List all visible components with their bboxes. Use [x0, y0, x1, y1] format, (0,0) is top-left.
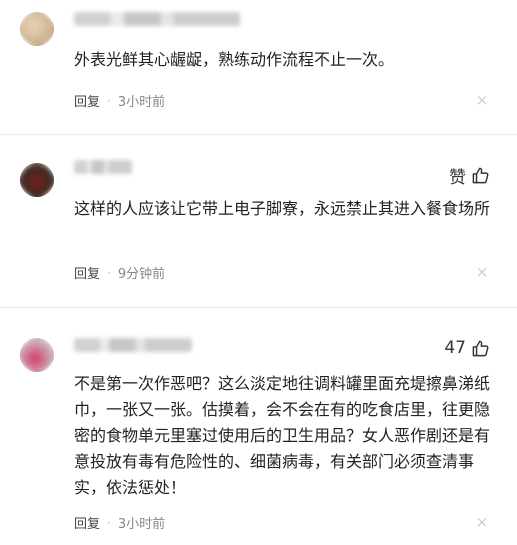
- comment-time: 3小时前: [117, 95, 166, 110]
- comment-meta: 回复 · 3小时前: [74, 513, 166, 533]
- avatar[interactable]: [20, 163, 54, 197]
- meta-separator: ·: [107, 93, 111, 108]
- like-button[interactable]: 47: [444, 338, 490, 358]
- comment-text: 不是第一次作恶吧？这么淡定地往调料罐里面充堤擦鼻涕纸巾，一张又一张。估摸着，会不…: [74, 374, 491, 497]
- comment-time: 9分钟前: [117, 267, 166, 282]
- avatar[interactable]: [20, 12, 54, 46]
- comment-time: 3小时前: [117, 517, 166, 532]
- avatar[interactable]: [20, 338, 54, 372]
- comment-meta: 回复 · 9分钟前: [74, 263, 166, 283]
- thumbs-up-icon: [472, 340, 489, 356]
- like-count: 47: [444, 338, 466, 358]
- close-icon[interactable]: ×: [474, 91, 490, 109]
- reply-button[interactable]: 回复: [74, 263, 100, 282]
- username-blurred[interactable]: [74, 338, 192, 352]
- divider: [0, 134, 517, 135]
- close-icon[interactable]: ×: [474, 263, 490, 281]
- reply-button[interactable]: 回复: [74, 513, 100, 532]
- reply-button[interactable]: 回复: [74, 91, 100, 110]
- comment-meta: 回复 · 3小时前: [74, 91, 166, 111]
- username-blurred[interactable]: [74, 12, 240, 26]
- comment-text: 外表光鲜其心龌龊，熟练动作流程不止一次。: [74, 50, 395, 69]
- meta-separator: ·: [107, 515, 111, 530]
- username-blurred[interactable]: [74, 160, 132, 174]
- divider: [0, 307, 517, 308]
- thumbs-up-icon: [472, 167, 489, 184]
- like-button[interactable]: 赞: [449, 163, 490, 188]
- close-icon[interactable]: ×: [474, 513, 490, 531]
- comment-text: 这样的人应该让它带上电子脚寮，永远禁止其进入餐食场所: [74, 199, 491, 218]
- meta-separator: ·: [107, 265, 111, 280]
- like-label: 赞: [449, 168, 466, 188]
